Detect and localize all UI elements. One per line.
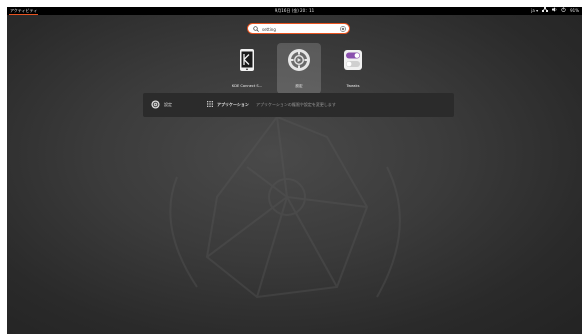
app-label: KDE Connect S... bbox=[231, 84, 263, 88]
network-icon[interactable] bbox=[542, 7, 549, 15]
search-provider-results: 設定 アプリケーション アプリケーションの権限や設定を変更します bbox=[143, 93, 454, 117]
app-result-tweaks[interactable]: Tweaks bbox=[331, 43, 375, 94]
app-result-kde-connect[interactable]: KDE Connect S... bbox=[225, 43, 269, 94]
result-description: アプリケーションの権限や設定を変更します bbox=[256, 102, 336, 107]
app-grid-icon bbox=[207, 101, 213, 107]
clock[interactable]: 9月16日 (金) 20：11 bbox=[7, 7, 582, 15]
settings-icon bbox=[288, 49, 310, 71]
input-method-indicator[interactable]: ja ▾ bbox=[531, 7, 538, 15]
volume-icon[interactable] bbox=[552, 7, 557, 15]
top-bar: アクティビティ 9月16日 (金) 20：11 ja ▾ 91% bbox=[7, 7, 582, 15]
desktop-overview: アクティビティ 9月16日 (金) 20：11 ja ▾ 91% setting… bbox=[7, 7, 582, 334]
power-icon[interactable] bbox=[561, 7, 566, 15]
app-label: 設定 bbox=[295, 84, 303, 88]
settings-provider-icon[interactable] bbox=[151, 100, 160, 109]
app-result-settings[interactable]: 設定 bbox=[277, 43, 321, 94]
search-icon bbox=[253, 26, 259, 32]
result-title[interactable]: アプリケーション bbox=[217, 102, 249, 108]
battery-percent[interactable]: 91% bbox=[570, 7, 579, 15]
system-tray[interactable]: ja ▾ 91% bbox=[531, 7, 579, 15]
search-input[interactable] bbox=[262, 25, 334, 33]
tweaks-icon bbox=[344, 50, 362, 70]
search-bar[interactable] bbox=[247, 23, 350, 34]
clear-search-icon[interactable] bbox=[340, 26, 346, 32]
provider-name[interactable]: 設定 bbox=[164, 102, 172, 108]
kde-connect-icon bbox=[240, 49, 254, 71]
app-label: Tweaks bbox=[346, 84, 360, 88]
